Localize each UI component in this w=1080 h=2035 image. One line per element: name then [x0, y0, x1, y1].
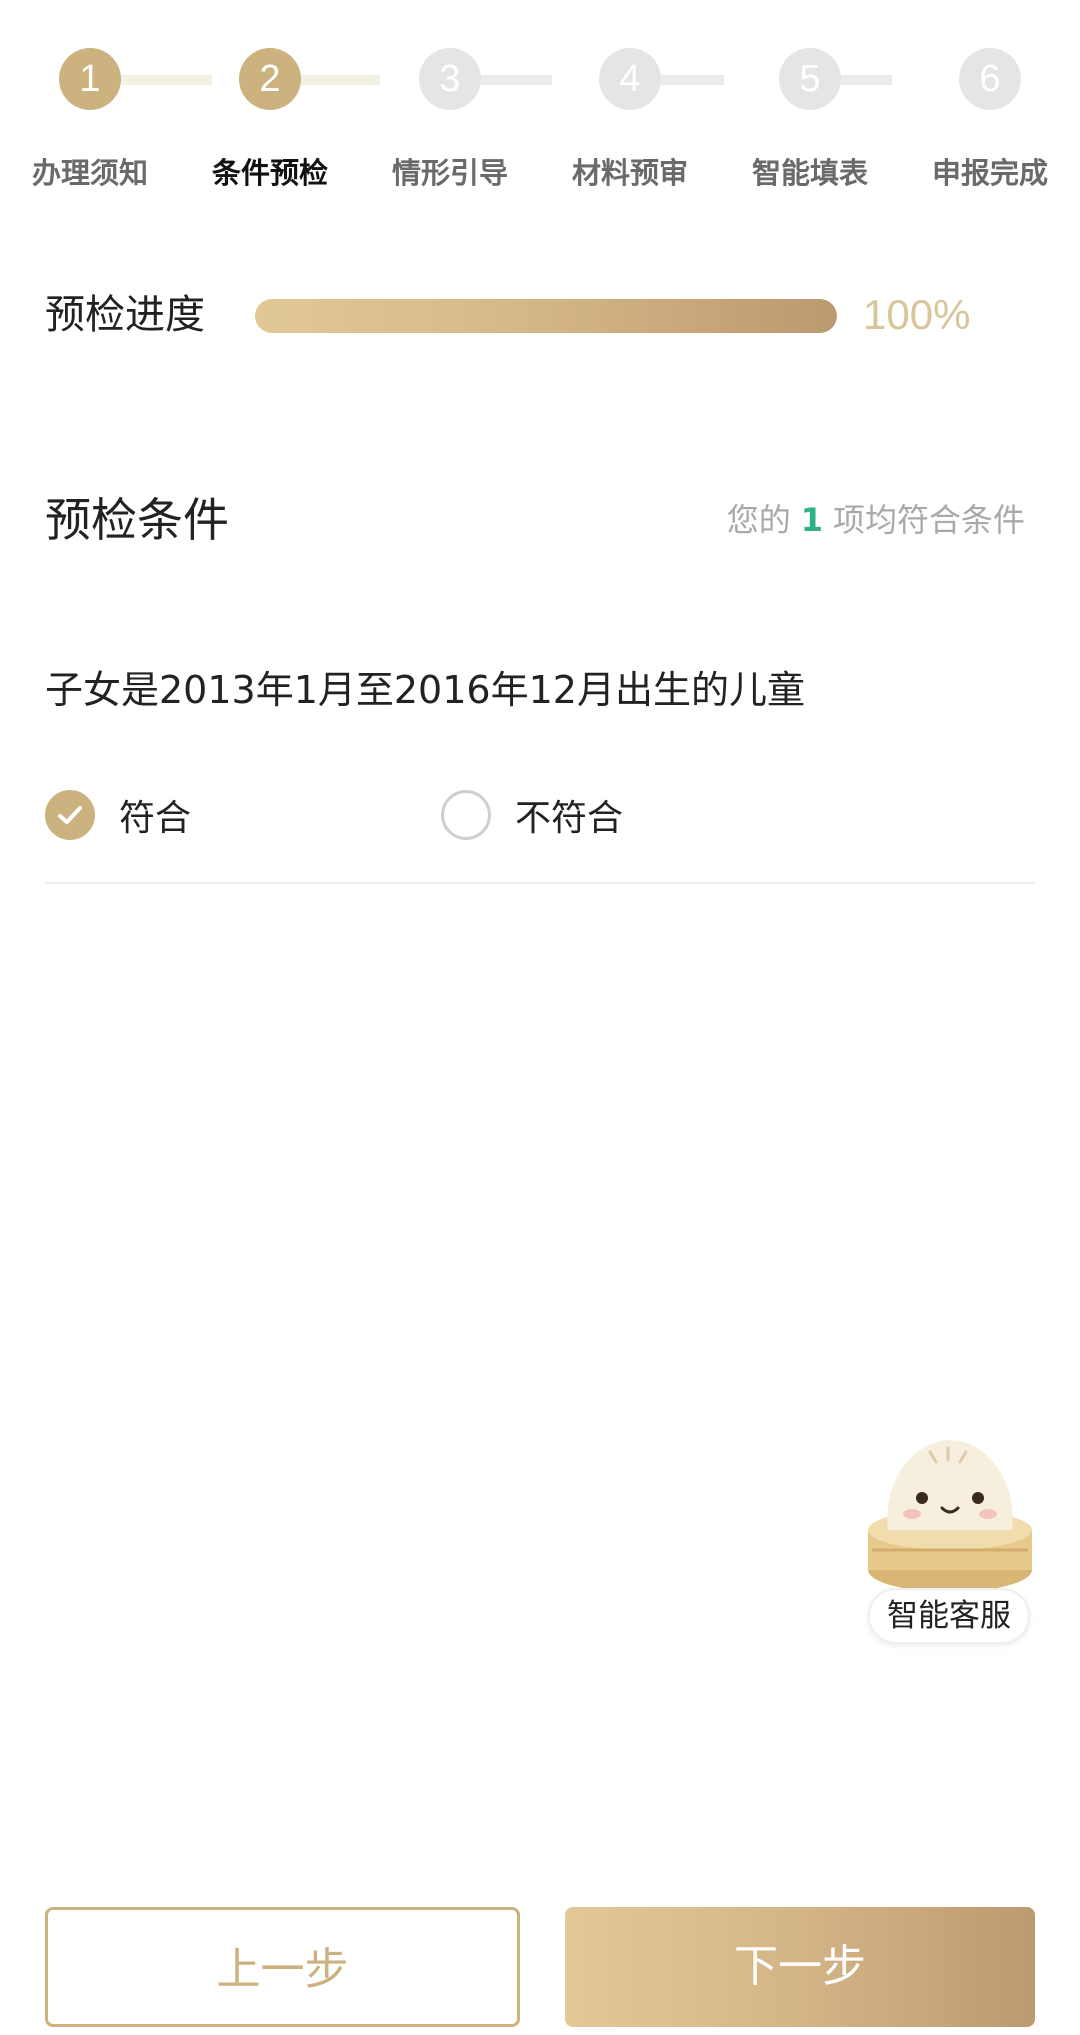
previous-step-button[interactable]: 上一步	[45, 1907, 520, 2027]
conditions-title: 预检条件	[45, 493, 229, 547]
step-1-number: 1	[59, 48, 121, 110]
progress-track	[255, 299, 837, 333]
progress-fill	[255, 299, 837, 333]
summary-prefix: 您的	[726, 501, 791, 539]
step-2-label: 条件预检	[211, 156, 328, 190]
step-6[interactable]: 6 申报完成	[900, 48, 1080, 192]
step-2[interactable]: 2 条件预检	[180, 48, 360, 192]
matched-count: 1	[800, 501, 823, 539]
steamed-bun-mascot-icon	[868, 1440, 1032, 1592]
radio-checked-icon[interactable]	[45, 790, 95, 840]
condition-question: 子女是2013年1月至2016年12月出生的儿童	[45, 668, 805, 712]
option-not-meets[interactable]: 不符合	[441, 785, 623, 845]
step-5[interactable]: 5 智能填表	[720, 48, 900, 192]
conditions-header: 预检条件 您的 1 项均符合条件	[45, 485, 1035, 555]
next-step-button[interactable]: 下一步	[565, 1907, 1035, 2027]
step-6-label: 申报完成	[931, 156, 1048, 190]
step-6-number: 6	[959, 48, 1021, 110]
option-not-meets-label: 不符合	[515, 798, 624, 839]
conditions-summary: 您的 1 项均符合条件	[727, 485, 1025, 555]
step-5-number: 5	[779, 48, 841, 110]
step-1-label: 办理须知	[31, 156, 148, 190]
condition-options: 符合 不符合	[45, 785, 1035, 845]
smart-service-label: 智能客服	[868, 1588, 1030, 1644]
precheck-progress: 预检进度 100%	[45, 285, 1045, 345]
progress-value: 100%	[863, 291, 971, 338]
step-3-label: 情形引导	[391, 156, 508, 190]
step-4[interactable]: 4 材料预审	[540, 48, 720, 192]
step-progress-bar: 1 办理须知 2 条件预检 3 情形引导 4 材料预审 5 智能填表 6 申报完…	[0, 0, 1080, 200]
step-3[interactable]: 3 情形引导	[360, 48, 540, 192]
step-1[interactable]: 1 办理须知	[0, 48, 180, 192]
summary-suffix: 项均符合条件	[832, 501, 1025, 539]
checkmark-icon	[58, 806, 82, 824]
option-meets-label: 符合	[119, 798, 192, 839]
page: 1 办理须知 2 条件预检 3 情形引导 4 材料预审 5 智能填表 6 申报完…	[0, 0, 1080, 2035]
smart-service-button[interactable]: 智能客服	[860, 1420, 1040, 1650]
step-5-label: 智能填表	[751, 156, 868, 190]
step-4-label: 材料预审	[571, 156, 688, 190]
step-2-number: 2	[239, 48, 301, 110]
option-meets[interactable]: 符合	[45, 785, 191, 845]
step-4-number: 4	[599, 48, 661, 110]
radio-unchecked-icon[interactable]	[441, 790, 491, 840]
divider	[45, 882, 1035, 884]
step-3-number: 3	[419, 48, 481, 110]
progress-label: 预检进度	[45, 292, 205, 338]
